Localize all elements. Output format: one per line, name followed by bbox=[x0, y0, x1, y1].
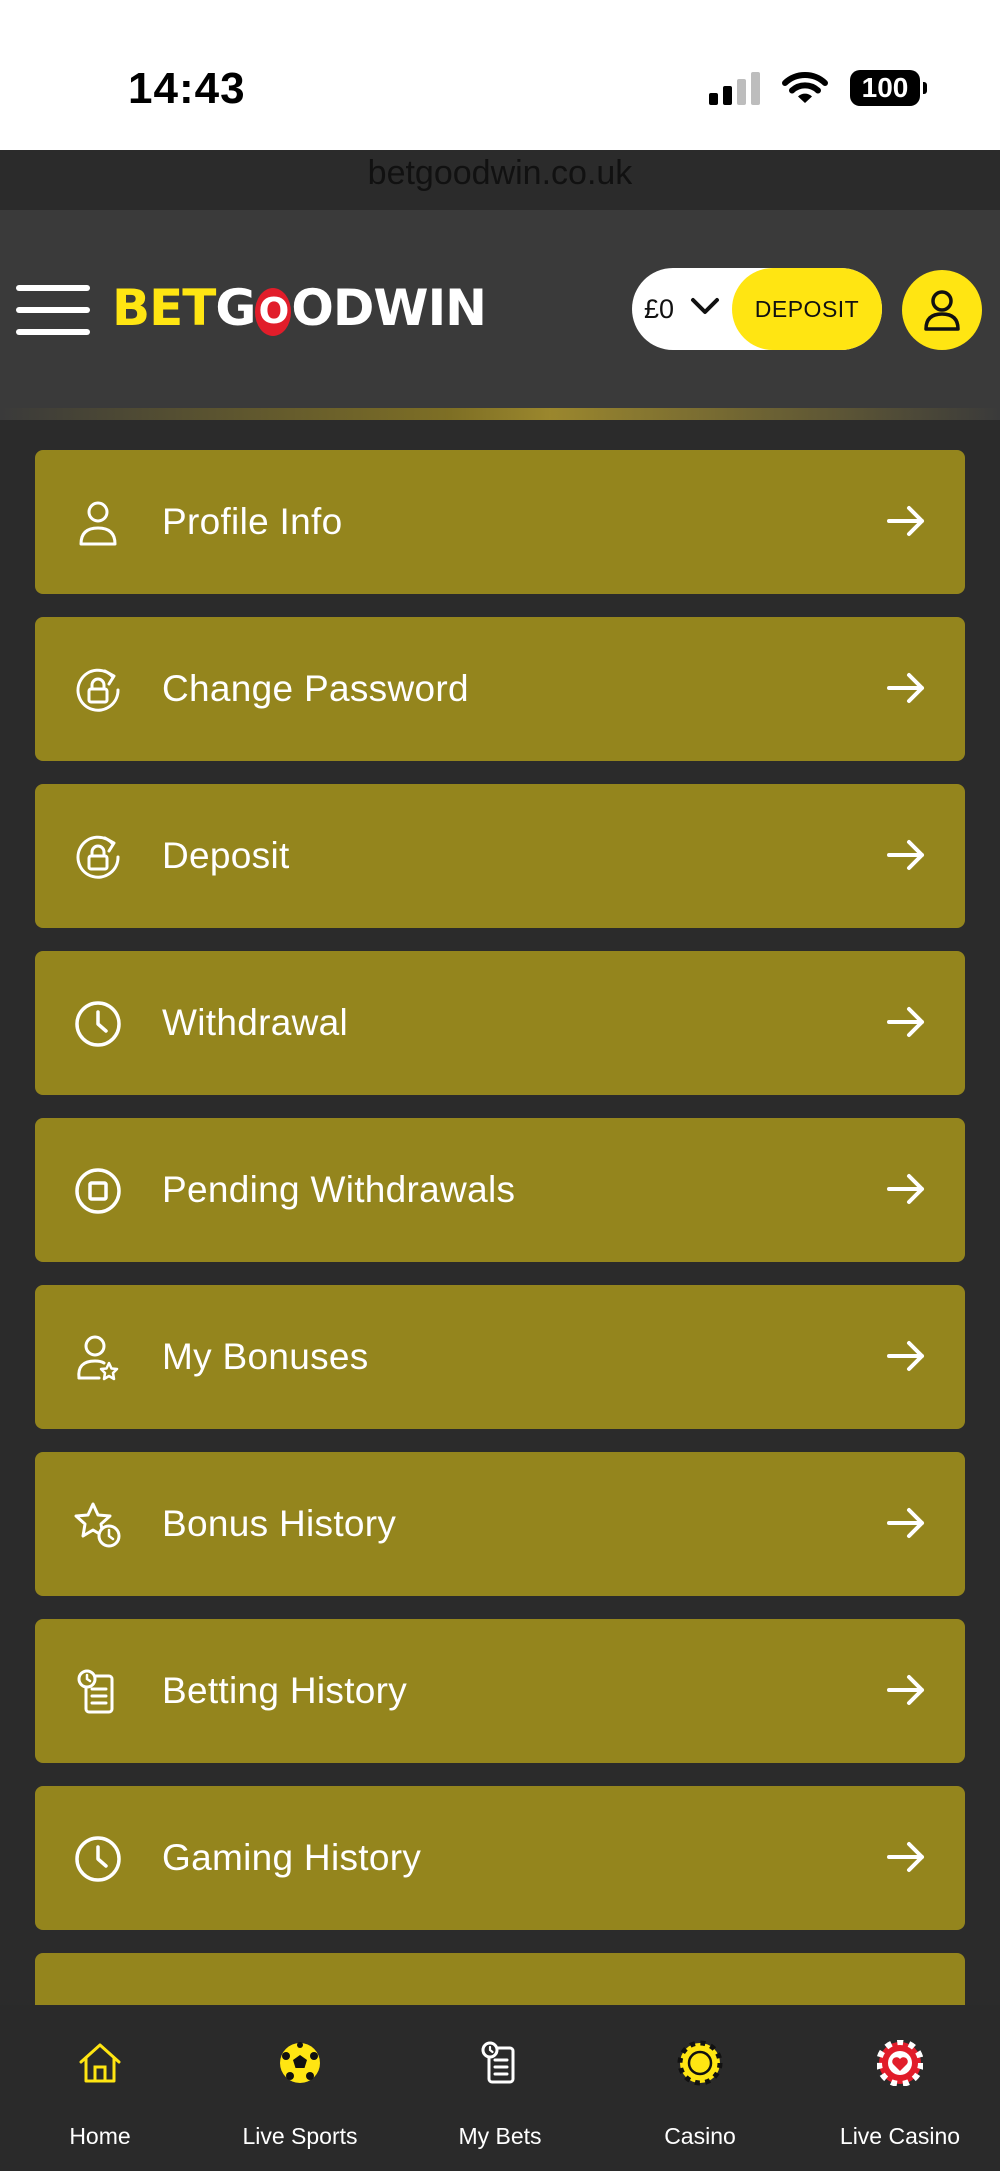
menu-item-label: Withdrawal bbox=[162, 1002, 348, 1043]
user-icon bbox=[79, 501, 117, 546]
menu-item-withdrawal[interactable]: Withdrawal bbox=[35, 951, 965, 1095]
clock-icon bbox=[75, 1836, 121, 1882]
menu-item-my-bonuses[interactable]: My Bonuses bbox=[35, 1285, 965, 1429]
arrow-right-icon bbox=[887, 1007, 924, 1037]
wifi-icon bbox=[782, 72, 828, 103]
menu-item-label: My Bonuses bbox=[162, 1336, 369, 1377]
nav-item-live-sports[interactable]: Live Sports bbox=[200, 2005, 400, 2171]
balance-value: £0 bbox=[644, 294, 675, 324]
menu-item-bonus-history[interactable]: Bonus History bbox=[35, 1452, 965, 1596]
menu-item-label: Change Password bbox=[162, 668, 469, 709]
menu-item-label: Deposit bbox=[162, 835, 290, 876]
nav-label: Live Sports bbox=[242, 2123, 358, 2149]
arrow-right-icon bbox=[887, 1508, 924, 1538]
user-star-icon bbox=[77, 1335, 119, 1381]
hamburger-menu-icon[interactable] bbox=[16, 285, 90, 335]
menu-item-gaming-history[interactable]: Gaming History bbox=[35, 1786, 965, 1930]
arrow-right-icon bbox=[887, 840, 924, 870]
nav-label: My Bets bbox=[458, 2123, 542, 2149]
battery-indicator: 100 bbox=[850, 70, 927, 106]
user-icon bbox=[924, 290, 960, 331]
menu-item-betting-history[interactable]: Betting History bbox=[35, 1619, 965, 1763]
arrow-right-icon bbox=[887, 1842, 924, 1872]
menu-item-label: Profile Info bbox=[162, 501, 343, 542]
casino-chip-icon bbox=[677, 2040, 723, 2086]
url-bar[interactable]: betgoodwin.co.uk bbox=[0, 154, 1000, 193]
menu-item-profile-info[interactable]: Profile Info bbox=[35, 450, 965, 594]
arrow-right-icon bbox=[887, 1675, 924, 1705]
live-casino-icon bbox=[877, 2040, 923, 2086]
cellular-signal-icon bbox=[709, 71, 760, 105]
arrow-right-icon bbox=[887, 1174, 924, 1204]
menu-item-label: Bonus History bbox=[162, 1503, 397, 1544]
betslip-icon bbox=[481, 2041, 515, 2084]
nav-item-my-bets[interactable]: My Bets bbox=[400, 2005, 600, 2171]
menu-item-deposit[interactable]: Deposit bbox=[35, 784, 965, 928]
nav-label: Home bbox=[69, 2123, 131, 2149]
menu-item-change-password[interactable]: Change Password bbox=[35, 617, 965, 761]
account-button[interactable] bbox=[902, 270, 982, 350]
nav-item-home[interactable]: Home bbox=[0, 2005, 200, 2171]
status-icons: 100 bbox=[709, 70, 927, 106]
arrow-right-icon bbox=[887, 673, 924, 703]
status-time: 14:43 bbox=[128, 64, 246, 113]
menu-item-label: Gaming History bbox=[162, 1837, 422, 1878]
nav-item-live-casino[interactable]: Live Casino bbox=[800, 2005, 1000, 2171]
lock-refresh-icon bbox=[76, 835, 120, 879]
arrow-right-icon bbox=[887, 1341, 924, 1371]
star-clock-icon bbox=[74, 1502, 121, 1548]
stop-circle-icon bbox=[75, 1168, 121, 1214]
nav-item-casino[interactable]: Casino bbox=[600, 2005, 800, 2171]
clock-icon bbox=[75, 1001, 121, 1047]
deposit-button[interactable]: DEPOSIT bbox=[732, 268, 882, 350]
betgoodwin-logo[interactable]: BETGOODWIN bbox=[112, 280, 487, 336]
nav-label: Casino bbox=[664, 2123, 736, 2149]
status-bar: 14:43 100 bbox=[0, 0, 1000, 150]
clipboard-clock-icon bbox=[77, 1669, 114, 1714]
nav-label: Live Casino bbox=[839, 2123, 961, 2149]
menu-item-label: Betting History bbox=[162, 1670, 408, 1711]
football-icon bbox=[280, 2042, 320, 2083]
bottom-nav: Home Live Sports My Bets Casino Live Cas… bbox=[0, 2005, 1000, 2171]
arrow-right-icon bbox=[887, 506, 924, 536]
header-divider bbox=[0, 408, 1000, 420]
chevron-down-icon bbox=[691, 298, 719, 314]
menu-item-pending-withdrawals[interactable]: Pending Withdrawals bbox=[35, 1118, 965, 1262]
home-icon bbox=[79, 2043, 121, 2083]
lock-refresh-icon bbox=[76, 668, 120, 712]
menu-item-label: Pending Withdrawals bbox=[162, 1169, 516, 1210]
